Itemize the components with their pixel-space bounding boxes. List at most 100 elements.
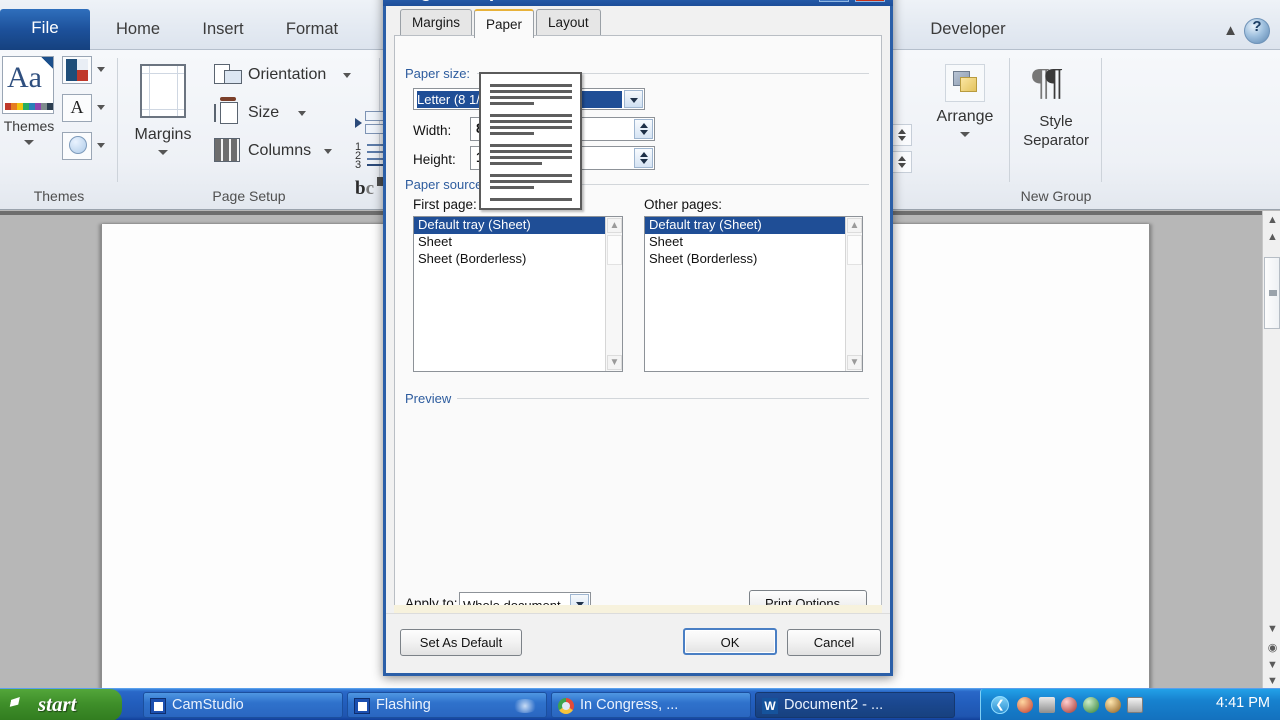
tab-insert[interactable]: Insert — [186, 9, 260, 50]
show-hidden-icons-button[interactable]: ❮ — [991, 696, 1009, 714]
windows-flag-icon — [8, 697, 28, 713]
orientation-dropdown-icon[interactable] — [343, 73, 351, 78]
scrollbar-thumb[interactable] — [847, 235, 862, 265]
scroll-up-icon[interactable]: ▲ — [607, 218, 622, 233]
page-setup-dialog: Page Setup Margins Paper Layout Paper si… — [383, 0, 893, 676]
ribbon-group-label-page-setup: Page Setup — [212, 188, 286, 204]
preview-section-label: Preview — [405, 391, 458, 406]
taskbar-item-label: In Congress, ... — [580, 697, 679, 713]
chevron-down-icon[interactable] — [624, 90, 643, 108]
scroll-down-icon[interactable]: ▼ — [847, 355, 862, 370]
taskbar-item-document2[interactable]: W Document2 - ... — [755, 692, 955, 718]
themes-button[interactable]: Aa — [2, 56, 54, 114]
tab-format[interactable]: Format — [268, 9, 356, 50]
theme-fonts-button[interactable]: A — [62, 94, 92, 122]
theme-effects-dropdown-icon[interactable] — [97, 143, 105, 148]
tab-home[interactable]: Home — [100, 9, 176, 50]
list-item[interactable]: Sheet (Borderless) — [414, 251, 622, 268]
listbox-scrollbar[interactable]: ▲ ▼ — [845, 217, 862, 371]
ribbon-group-label-new-group: New Group — [1020, 188, 1092, 204]
arrange-icon-front — [960, 77, 977, 92]
themes-button-label: Themes — [3, 118, 55, 134]
pilcrow-icon-light: ¶ — [1032, 61, 1049, 103]
dialog-help-button[interactable] — [819, 0, 849, 2]
dialog-footer: Set As Default OK Cancel — [386, 613, 890, 673]
height-stepper[interactable] — [634, 148, 653, 168]
size-dropdown-icon[interactable] — [298, 111, 306, 116]
scroll-up-icon[interactable]: ▲ — [847, 218, 862, 233]
list-item[interactable]: Default tray (Sheet) — [645, 217, 862, 234]
help-circle-icon[interactable] — [1244, 18, 1270, 44]
cancel-button[interactable]: Cancel — [787, 629, 881, 656]
pilcrow-icon-dark: ¶ — [1045, 61, 1062, 103]
taskbar-item-label: Document2 - ... — [784, 697, 884, 713]
dialog-tab-margins[interactable]: Margins — [400, 9, 473, 35]
ok-button[interactable]: OK — [683, 628, 777, 655]
start-button[interactable]: start — [0, 689, 122, 720]
ribbon-group-arrange: Arrange — [920, 50, 1010, 210]
theme-fonts-dropdown-icon[interactable] — [97, 105, 105, 110]
first-page-listbox[interactable]: Default tray (Sheet) Sheet Sheet (Border… — [413, 216, 623, 372]
scroll-down-icon[interactable]: ▼ — [1266, 675, 1279, 688]
windows-taskbar: start CamStudio Flashing In Congress, ..… — [0, 688, 1280, 720]
arrange-dropdown-arrow-icon[interactable] — [960, 132, 970, 137]
ribbon-group-themes: Aa Themes A Themes — [0, 50, 118, 210]
other-pages-listbox[interactable]: Default tray (Sheet) Sheet Sheet (Border… — [644, 216, 863, 372]
columns-dropdown-icon[interactable] — [324, 149, 332, 154]
list-item[interactable]: Sheet — [414, 234, 622, 251]
margins-button[interactable] — [140, 64, 186, 118]
list-item[interactable]: Sheet (Borderless) — [645, 251, 862, 268]
list-item[interactable]: Sheet — [645, 234, 862, 251]
style-separator-label-line2: Separator — [1023, 132, 1089, 149]
themes-corner-icon — [41, 57, 53, 69]
spacing-spinner[interactable] — [890, 151, 912, 173]
dialog-close-button[interactable] — [855, 0, 885, 2]
tray-icon-5[interactable] — [1105, 697, 1121, 713]
tray-icon-1[interactable] — [1017, 697, 1033, 713]
collapse-ribbon-icon[interactable]: ▲ — [1223, 22, 1238, 39]
tray-icon-3[interactable] — [1061, 697, 1077, 713]
taskbar-item-camstudio[interactable]: CamStudio — [143, 692, 343, 718]
theme-colors-icon — [66, 59, 88, 81]
taskbar-clock[interactable]: 4:41 PM — [1216, 695, 1270, 711]
scrollbar-thumb[interactable] — [1264, 257, 1280, 329]
theme-effects-button[interactable] — [62, 132, 92, 160]
dialog-tab-paper[interactable]: Paper — [474, 9, 535, 38]
scroll-down-icon[interactable]: ▼ — [607, 355, 622, 370]
browse-down-icon[interactable]: ▼ — [1266, 659, 1279, 672]
columns-icon — [214, 138, 240, 162]
dialog-tab-layout[interactable]: Layout — [536, 9, 601, 35]
group-separator — [1101, 58, 1102, 182]
tray-icon-4[interactable] — [1083, 697, 1099, 713]
set-as-default-button[interactable]: Set As Default — [400, 629, 522, 656]
browse-previous-icon[interactable]: ▲ — [1266, 231, 1279, 244]
list-item[interactable]: Default tray (Sheet) — [414, 217, 622, 234]
browse-next-icon[interactable]: ▼ — [1266, 623, 1279, 636]
theme-colors-button[interactable] — [62, 56, 92, 84]
listbox-scrollbar[interactable]: ▲ ▼ — [605, 217, 622, 371]
orientation-label[interactable]: Orientation — [248, 66, 326, 84]
theme-effects-icon — [69, 136, 87, 154]
taskbar-item-chrome[interactable]: In Congress, ... — [551, 692, 751, 718]
size-label[interactable]: Size — [248, 104, 279, 122]
width-stepper[interactable] — [634, 119, 653, 139]
dialog-body: Margins Paper Layout Paper size: Letter … — [386, 6, 890, 673]
vertical-scrollbar[interactable]: ▲ ▲ ▼ ◉ ▼ ▼ — [1262, 211, 1280, 690]
scrollbar-thumb[interactable] — [607, 235, 622, 265]
scroll-up-icon[interactable]: ▲ — [1266, 214, 1279, 227]
style-separator-button[interactable]: ¶¶ — [1032, 60, 1063, 104]
arrange-button[interactable] — [945, 64, 985, 102]
select-browse-object-icon[interactable]: ◉ — [1266, 641, 1279, 654]
columns-label[interactable]: Columns — [248, 142, 311, 160]
tab-developer[interactable]: Developer — [908, 9, 1028, 50]
taskbar-item-label: CamStudio — [172, 697, 244, 713]
themes-dropdown-arrow-icon[interactable] — [24, 140, 34, 145]
indent-spinner[interactable] — [890, 124, 912, 146]
margins-dropdown-arrow-icon[interactable] — [158, 150, 168, 155]
taskbar-item-flashing[interactable]: Flashing — [347, 692, 547, 718]
tray-icon-6[interactable] — [1127, 697, 1143, 713]
dialog-tab-strip: Margins Paper Layout — [400, 9, 603, 38]
tray-icon-2[interactable] — [1039, 697, 1055, 713]
theme-colors-dropdown-icon[interactable] — [97, 67, 105, 72]
tab-file[interactable]: File — [0, 9, 90, 50]
